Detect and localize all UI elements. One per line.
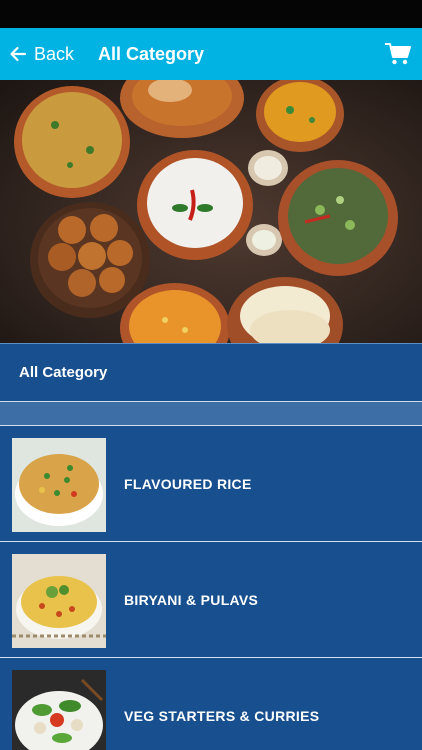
flavoured-rice-image	[12, 438, 106, 532]
category-item-veg-starters-curries[interactable]: VEG STARTERS & CURRIES	[0, 658, 422, 750]
back-button[interactable]: Back	[0, 28, 84, 80]
category-label: FLAVOURED RICE	[124, 475, 252, 492]
section-title: All Category	[19, 364, 108, 381]
category-item-biryani-pulavs[interactable]: BIRYANI & PULAVS	[0, 542, 422, 658]
shopping-cart-icon	[385, 43, 411, 65]
food-platter-illustration	[14, 80, 398, 343]
arrow-left-icon	[10, 46, 27, 62]
category-label: BIRYANI & PULAVS	[124, 591, 259, 608]
hero-food-banner	[0, 80, 422, 343]
back-label: Back	[34, 43, 75, 64]
section-header: All Category	[0, 343, 422, 402]
category-label: VEG STARTERS & CURRIES	[124, 707, 320, 724]
cart-button[interactable]	[384, 40, 412, 68]
status-bar	[0, 0, 422, 28]
biryani-image	[12, 554, 106, 648]
divider-band	[0, 402, 422, 426]
category-thumbnail	[12, 670, 106, 750]
category-thumbnail	[12, 438, 106, 532]
app-bar: Back All Category	[0, 28, 422, 80]
category-thumbnail	[12, 554, 106, 648]
veg-starters-image	[12, 670, 106, 750]
page-title: All Category	[98, 43, 205, 64]
category-item-flavoured-rice[interactable]: FLAVOURED RICE	[0, 426, 422, 542]
category-list: FLAVOURED RICE BIRYANI & PULAVS VEG STAR…	[0, 426, 422, 750]
